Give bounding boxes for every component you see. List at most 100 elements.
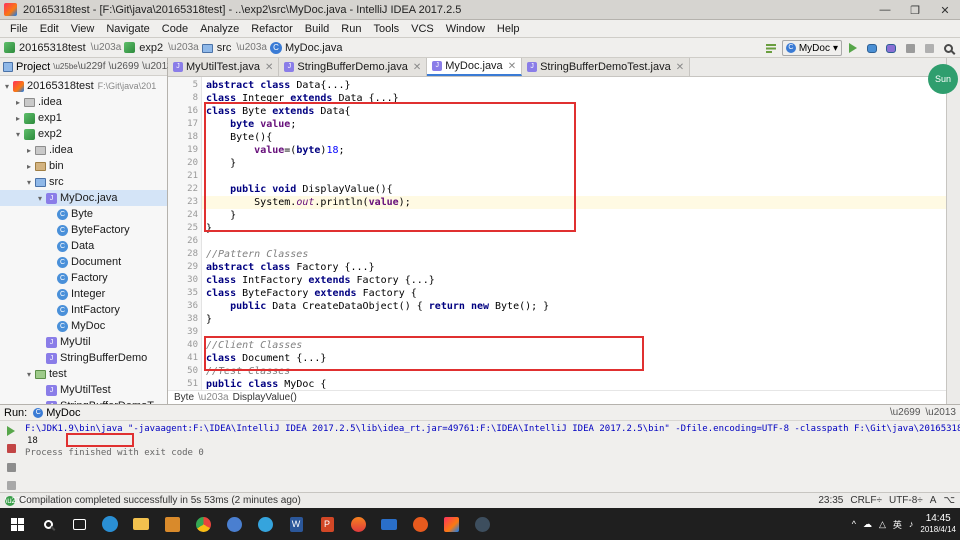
- branch-icon[interactable]: ⌥: [943, 495, 955, 506]
- close-icon[interactable]: ✕: [413, 62, 421, 73]
- breadcrumb-project[interactable]: 20165318test: [4, 41, 86, 54]
- close-icon[interactable]: ✕: [676, 62, 684, 73]
- edge-icon[interactable]: [95, 509, 125, 539]
- idea-taskbar-icon[interactable]: [436, 509, 466, 539]
- menu-item-code[interactable]: Code: [156, 22, 194, 36]
- ime-indicator[interactable]: 英: [893, 518, 902, 531]
- caret-position[interactable]: 23:35: [818, 495, 843, 506]
- media-player-icon[interactable]: [467, 509, 497, 539]
- tray-triangle-icon[interactable]: △: [879, 519, 886, 530]
- menu-item-file[interactable]: File: [4, 22, 34, 36]
- tree-expand-icon[interactable]: ▸: [24, 146, 34, 155]
- tree-item[interactable]: ▸ exp1: [0, 110, 167, 126]
- menu-item-analyze[interactable]: Analyze: [194, 22, 245, 36]
- code-line[interactable]: public Data CreateDataObject() { return …: [202, 300, 946, 313]
- editor-breadcrumb-class[interactable]: Byte: [174, 392, 194, 403]
- code-line[interactable]: class IntFactory extends Factory {...}: [202, 274, 946, 287]
- debug-button[interactable]: [864, 40, 880, 56]
- editor-tab[interactable]: J MyDoc.java ✕: [427, 58, 523, 76]
- taskbar-clock[interactable]: 14:45 2018/4/14: [920, 513, 956, 535]
- tree-item[interactable]: J StringBufferDemo: [0, 350, 167, 366]
- minimize-button[interactable]: —: [870, 0, 900, 20]
- project-scope-chevron-icon[interactable]: \u25be: [53, 62, 77, 71]
- breadcrumb-src[interactable]: src: [201, 42, 231, 54]
- stop-process-button[interactable]: [3, 442, 19, 455]
- tree-item[interactable]: J MyUtilTest: [0, 382, 167, 398]
- code-line[interactable]: abstract class Factory {...}: [202, 261, 946, 274]
- run-panel-config[interactable]: C MyDoc: [33, 407, 80, 419]
- tree-expand-icon[interactable]: ▾: [35, 194, 45, 203]
- chrome-icon[interactable]: [188, 509, 218, 539]
- code-line[interactable]: public void DisplayValue(){: [202, 183, 946, 196]
- code-line[interactable]: System.out.println(value);: [202, 196, 946, 209]
- tree-item[interactable]: ▾ src: [0, 174, 167, 190]
- tree-item[interactable]: C Byte: [0, 206, 167, 222]
- code-line[interactable]: }: [202, 313, 946, 326]
- task-view-icon[interactable]: [64, 509, 94, 539]
- code-line[interactable]: //Test Classes: [202, 365, 946, 378]
- trash-icon[interactable]: [3, 461, 19, 474]
- code-line[interactable]: public class MyDoc {: [202, 378, 946, 390]
- menu-item-tools[interactable]: Tools: [367, 22, 405, 36]
- tray-expand-icon[interactable]: ^: [852, 519, 856, 529]
- menu-item-window[interactable]: Window: [440, 22, 491, 36]
- start-button-icon[interactable]: [2, 509, 32, 539]
- sync-icon[interactable]: [219, 509, 249, 539]
- code-text[interactable]: abstract class Data{...} class Integer ex…: [202, 77, 946, 390]
- code-line[interactable]: [202, 170, 946, 183]
- code-line[interactable]: Byte(){: [202, 131, 946, 144]
- coverage-button[interactable]: [883, 40, 899, 56]
- close-icon[interactable]: ✕: [508, 61, 516, 72]
- code-line[interactable]: [202, 326, 946, 339]
- stop-button[interactable]: [902, 40, 918, 56]
- menu-item-run[interactable]: Run: [335, 22, 367, 36]
- editor-breadcrumb-method[interactable]: DisplayValue(): [233, 392, 297, 403]
- tree-expand-icon[interactable]: ▾: [24, 178, 34, 187]
- code-line[interactable]: }: [202, 209, 946, 222]
- file-explorer-icon[interactable]: [126, 509, 156, 539]
- tree-expand-icon[interactable]: ▸: [13, 114, 23, 123]
- maximize-button[interactable]: ❐: [900, 0, 930, 20]
- run-configuration-selector[interactable]: C MyDoc ▾: [781, 40, 842, 56]
- code-line[interactable]: [202, 235, 946, 248]
- tree-item[interactable]: ▾ exp2: [0, 126, 167, 142]
- search-icon[interactable]: [33, 509, 63, 539]
- store-icon[interactable]: [157, 509, 187, 539]
- mail-icon[interactable]: [374, 509, 404, 539]
- tree-expand-icon[interactable]: ▸: [24, 162, 34, 171]
- tree-expand-icon[interactable]: ▾: [24, 370, 34, 379]
- tree-item[interactable]: ▾ test: [0, 366, 167, 382]
- menu-item-navigate[interactable]: Navigate: [100, 22, 155, 36]
- code-line[interactable]: class Document {...}: [202, 352, 946, 365]
- editor-tab[interactable]: J StringBufferDemo.java ✕: [279, 58, 428, 76]
- breadcrumb-file[interactable]: C MyDoc.java: [269, 41, 342, 54]
- tree-item[interactable]: C Data: [0, 238, 167, 254]
- code-line[interactable]: }: [202, 157, 946, 170]
- code-line[interactable]: abstract class Data{...}: [202, 79, 946, 92]
- breadcrumb-exp2[interactable]: exp2: [124, 41, 163, 54]
- hide-panel-icon[interactable]: \u2013: [925, 407, 956, 418]
- project-tree[interactable]: ▾ 20165318test F:\Git\java\201 ▸ .idea ▸ exp1 ▾…: [0, 76, 167, 404]
- tree-item[interactable]: C MyDoc: [0, 318, 167, 334]
- rerun-button[interactable]: [3, 424, 19, 437]
- tree-item[interactable]: C Document: [0, 254, 167, 270]
- code-line[interactable]: class ByteFactory extends Factory {: [202, 287, 946, 300]
- lock-icon[interactable]: A: [930, 495, 937, 506]
- settings-gear-icon[interactable]: \u2699: [890, 407, 921, 418]
- tree-item[interactable]: ▸ .idea: [0, 142, 167, 158]
- code-line[interactable]: }: [202, 222, 946, 235]
- line-separator[interactable]: CRLF÷: [850, 495, 882, 506]
- search-icon[interactable]: [940, 40, 956, 56]
- menu-item-vcs[interactable]: VCS: [405, 22, 440, 36]
- settings-gear-icon[interactable]: \u2699: [109, 61, 140, 72]
- firefox-icon[interactable]: [405, 509, 435, 539]
- run-console-output[interactable]: F:\JDK1.9\bin\java "-javaagent:F:\IDEA\I…: [22, 421, 960, 492]
- tree-item[interactable]: ▾ 20165318test F:\Git\java\201: [0, 78, 167, 94]
- code-line[interactable]: //Pattern Classes: [202, 248, 946, 261]
- code-line[interactable]: class Byte extends Data{: [202, 105, 946, 118]
- tree-item[interactable]: C IntFactory: [0, 302, 167, 318]
- tree-expand-icon[interactable]: ▸: [13, 98, 23, 107]
- plugin-badge[interactable]: Sun: [928, 64, 958, 94]
- tree-expand-icon[interactable]: ▾: [13, 130, 23, 139]
- tree-item[interactable]: C ByteFactory: [0, 222, 167, 238]
